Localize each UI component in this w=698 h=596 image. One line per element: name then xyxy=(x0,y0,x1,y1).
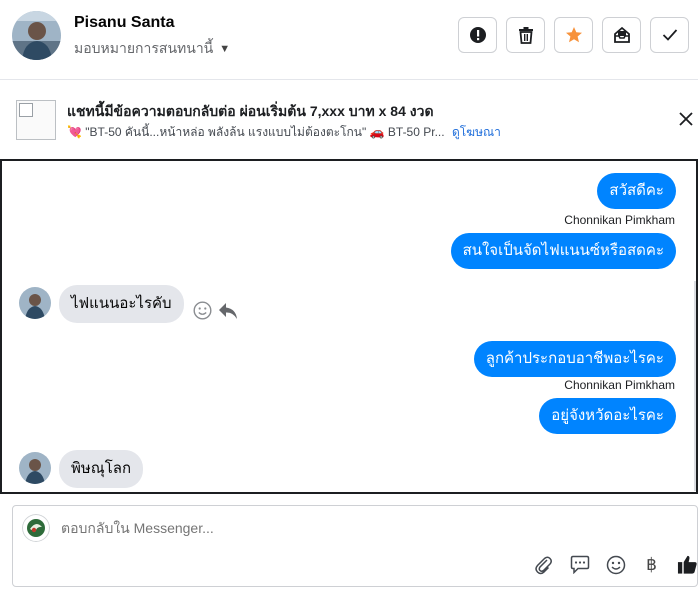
outgoing-message[interactable]: อยู่จังหวัดอะไรคะ xyxy=(539,398,676,434)
reply-composer: ฿ xyxy=(12,505,698,587)
view-ad-link[interactable]: ดูโฆษณา xyxy=(452,125,501,139)
outgoing-message[interactable]: สวัสดีคะ xyxy=(597,173,676,209)
close-icon[interactable] xyxy=(676,109,696,129)
reply-icon[interactable] xyxy=(218,302,238,320)
customer-avatar-small xyxy=(19,287,51,319)
outgoing-message[interactable]: ลูกค้าประกอบอาชีพอะไรคะ xyxy=(473,341,676,377)
ad-context-banner: แชทนี้มีข้อความตอบกลับต่อ ผ่อนเริ่มต้น 7… xyxy=(0,80,698,159)
caret-down-icon: ▼ xyxy=(219,43,231,55)
paperclip-icon[interactable] xyxy=(533,554,554,575)
archive-inbox-icon xyxy=(613,26,631,44)
check-icon xyxy=(662,28,678,42)
ad-title: แชทนี้มีข้อความตอบกลับต่อ ผ่อนเริ่มต้น 7… xyxy=(67,103,434,119)
alert-icon xyxy=(469,26,487,44)
move-to-inbox-button[interactable] xyxy=(602,17,641,53)
composer-toolbar: ฿ xyxy=(533,554,698,575)
trash-icon xyxy=(518,26,534,44)
react-emoji-icon[interactable] xyxy=(193,301,212,320)
assign-label: มอบหมายการสนทนานี้ xyxy=(74,40,214,56)
scrollbar[interactable] xyxy=(694,281,696,491)
thumbs-up-icon[interactable] xyxy=(677,554,698,575)
customer-name: Pisanu Santa xyxy=(74,14,175,31)
incoming-message[interactable]: พิษณุโลก xyxy=(59,450,144,488)
star-button[interactable] xyxy=(554,17,593,53)
broken-image-icon xyxy=(19,103,33,117)
comment-icon[interactable] xyxy=(569,554,590,575)
message-input[interactable] xyxy=(61,520,561,536)
message-thread[interactable]: สวัสดีคะ Chonnikan Pimkham สนใจเป็นจัดไฟ… xyxy=(0,159,698,494)
baht-icon[interactable]: ฿ xyxy=(641,554,662,575)
ad-desc-text-2: BT-50 Pr... xyxy=(387,125,445,139)
sender-name: Chonnikan Pimkham xyxy=(564,378,675,392)
outgoing-message[interactable]: สนใจเป็นจัดไฟแนนซ์หรือสดคะ xyxy=(450,233,676,269)
page-avatar xyxy=(22,514,50,542)
conversation-header: Pisanu Santa มอบหมายการสนทนานี้ ▼ xyxy=(0,0,698,80)
mark-done-button[interactable] xyxy=(650,17,689,53)
ad-desc-text: "BT-50 คันนี้...หน้าหล่อ พลังล้น แรงแบบไ… xyxy=(85,125,367,139)
assign-conversation-dropdown[interactable]: มอบหมายการสนทนานี้ ▼ xyxy=(74,38,230,60)
message-tools xyxy=(193,301,238,320)
ad-thumbnail xyxy=(16,100,56,140)
star-icon xyxy=(565,26,583,44)
car-icon: 🚗 xyxy=(369,125,385,139)
heart-arrow-icon: 💘 xyxy=(67,125,82,139)
sender-name: Chonnikan Pimkham xyxy=(564,213,675,227)
emoji-icon[interactable] xyxy=(605,554,626,575)
mark-spam-button[interactable] xyxy=(458,17,497,53)
incoming-message[interactable]: ไฟแนนอะไรคับ xyxy=(59,285,184,323)
customer-avatar-small xyxy=(19,452,51,484)
delete-button[interactable] xyxy=(506,17,545,53)
customer-avatar[interactable] xyxy=(12,11,61,60)
ad-description: 💘 "BT-50 คันนี้...หน้าหล่อ พลังล้น แรงแบ… xyxy=(67,123,501,142)
header-actions xyxy=(458,17,689,53)
